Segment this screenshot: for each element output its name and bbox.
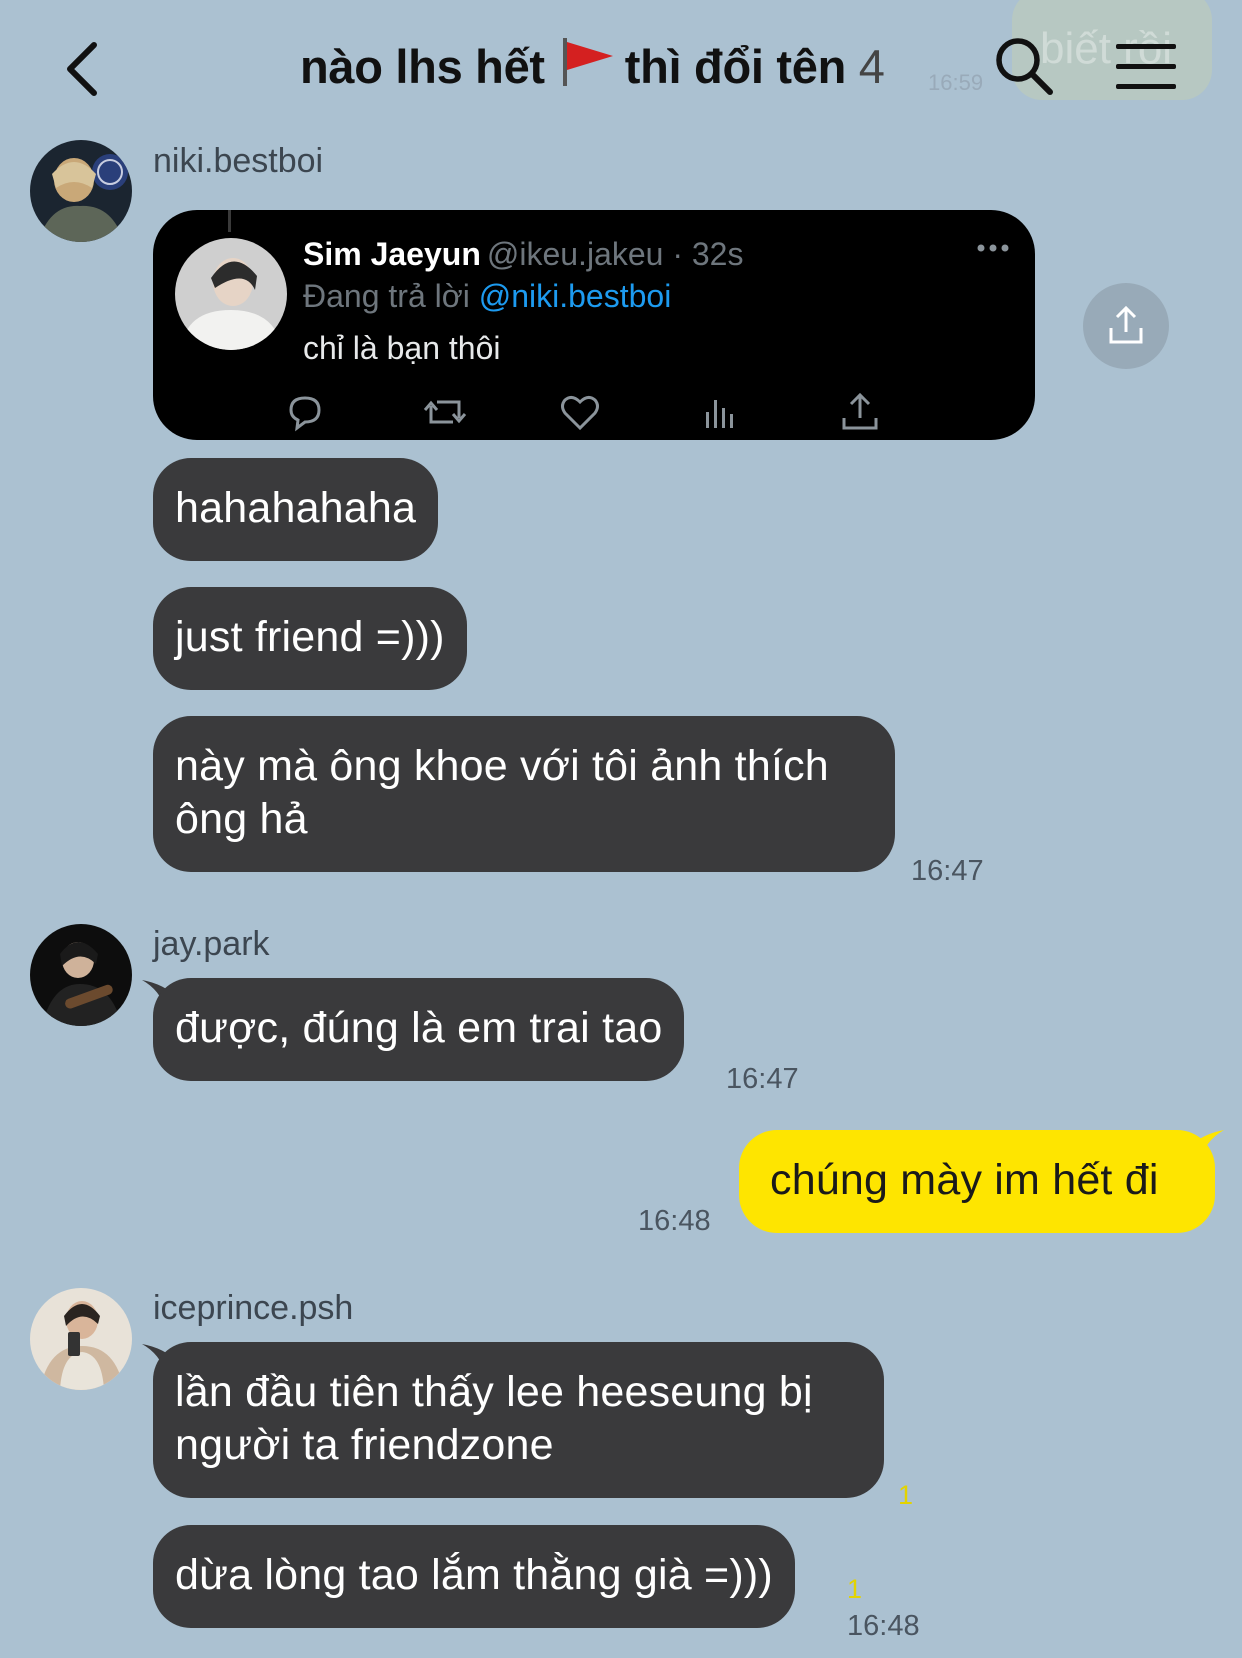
share-tweet-icon[interactable]	[838, 390, 882, 434]
tweet-author-name: Sim Jaeyun	[303, 236, 481, 272]
like-icon[interactable]	[558, 390, 602, 434]
search-button[interactable]	[992, 34, 1056, 98]
chat-title-part2: thì đổi tên	[624, 40, 847, 93]
chat-title: nào lhs hết thì đổi tên 4	[300, 38, 885, 94]
message-time: 16:47	[911, 855, 984, 887]
more-options-icon[interactable]	[973, 240, 1013, 256]
hamburger-menu-icon	[1116, 44, 1176, 89]
share-button[interactable]	[1083, 283, 1169, 369]
thread-line	[228, 210, 231, 232]
message-time: 16:48	[847, 1610, 920, 1642]
my-message-bubble[interactable]: chúng mày im hết đi	[739, 1130, 1215, 1233]
reply-icon[interactable]	[283, 390, 327, 434]
message-bubble[interactable]: lần đầu tiên thấy lee heeseung bị người …	[153, 1342, 884, 1498]
chat-title-part1: nào lhs hết	[300, 40, 545, 93]
sender-name: iceprince.psh	[153, 1289, 354, 1327]
unread-count: 1	[847, 1574, 863, 1604]
message-time: 16:48	[638, 1205, 711, 1237]
message-bubble[interactable]: này mà ông khoe với tôi ảnh thích ông hả	[153, 716, 895, 872]
search-icon	[996, 38, 1053, 95]
red-flag-icon	[562, 38, 613, 86]
share-icon	[1109, 305, 1143, 344]
sender-name: niki.bestboi	[153, 142, 324, 180]
message-line: người ta friendzone	[175, 1421, 554, 1469]
message-bubble[interactable]: được, đúng là em trai tao	[153, 978, 685, 1081]
message-time: 16:47	[726, 1063, 799, 1095]
member-count: 4	[858, 40, 885, 93]
message-bubble[interactable]: hahahahaha	[153, 458, 439, 561]
message-line: này mà ông khoe với tôi ảnh thích	[175, 742, 829, 790]
back-button[interactable]	[52, 34, 112, 104]
message-line: ông hả	[175, 795, 308, 843]
message-bubble[interactable]: dừa lòng tao lắm thằng già =)))	[153, 1525, 795, 1628]
unread-count: 1	[898, 1480, 914, 1510]
tweet-author-line: Sim Jaeyun @ikeu.jakeu · 32s	[303, 236, 743, 273]
menu-button[interactable]	[1112, 40, 1180, 94]
views-icon[interactable]	[698, 390, 742, 434]
message-line: lần đầu tiên thấy lee heeseung bị	[175, 1368, 813, 1416]
retweet-icon[interactable]	[423, 390, 467, 434]
tweet-replying-to: Đang trả lời @niki.bestboi	[303, 278, 671, 315]
replying-label: Đang trả lời	[303, 278, 470, 314]
avatar-niki[interactable]	[30, 140, 132, 242]
ghost-message-time: 16:59	[928, 70, 984, 95]
avatar-jay[interactable]	[30, 924, 132, 1026]
sender-name: jay.park	[153, 925, 270, 963]
tweet-text: chỉ là bạn thôi	[303, 330, 501, 366]
mention-link[interactable]: @niki.bestboi	[479, 278, 672, 314]
message-bubble[interactable]: just friend =)))	[153, 587, 467, 690]
tweet-card[interactable]: Sim Jaeyun @ikeu.jakeu · 32s Đang trả lời…	[153, 210, 1035, 440]
avatar-iceprince[interactable]	[30, 1288, 132, 1390]
chevron-left-icon	[67, 42, 97, 96]
tweet-author-avatar	[175, 238, 287, 350]
tweet-handle: @ikeu.jakeu · 32s	[486, 236, 744, 272]
